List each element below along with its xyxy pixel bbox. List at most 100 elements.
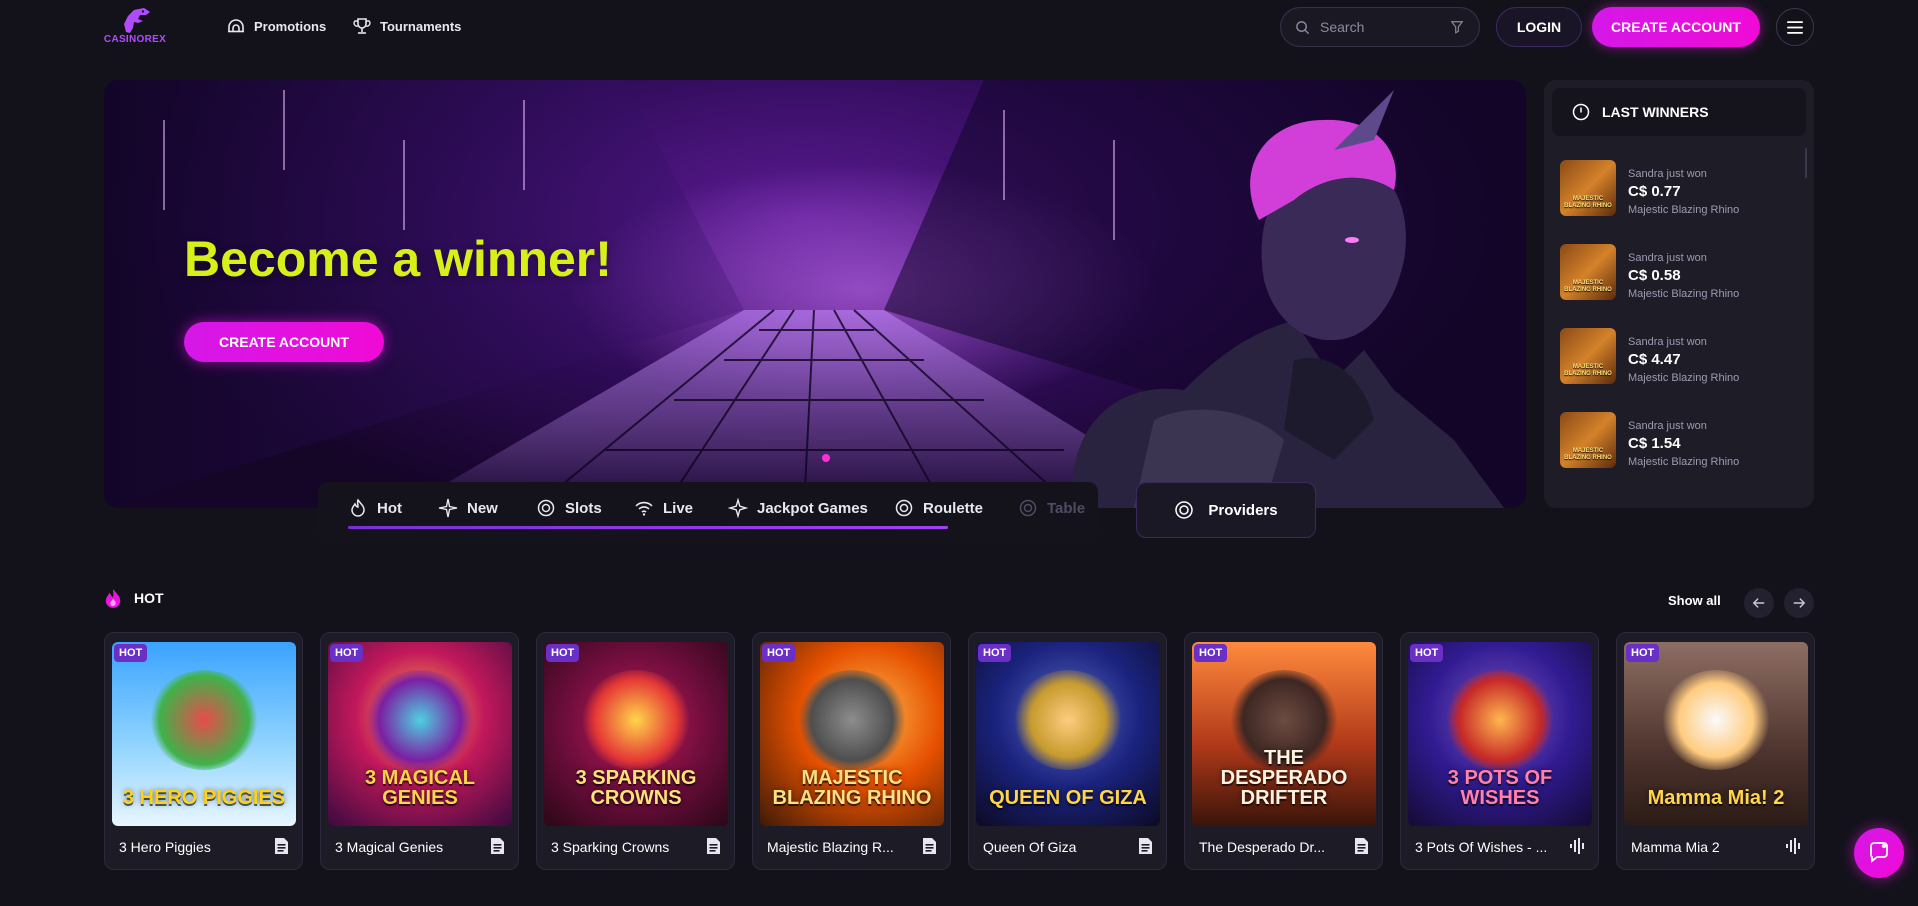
game-thumbnail[interactable]: MAJESTIC BLAZING RHINO: [760, 642, 944, 826]
menu-button[interactable]: [1776, 8, 1814, 46]
tab-live[interactable]: Live: [634, 498, 693, 518]
winner-amount: C$ 0.77: [1628, 183, 1681, 200]
hero-banner[interactable]: Become a winner! CREATE ACCOUNT: [104, 80, 1526, 508]
winner-amount: C$ 4.47: [1628, 351, 1681, 368]
providers-label: Providers: [1208, 501, 1278, 519]
tab-hot[interactable]: Hot: [348, 498, 402, 518]
winner-item[interactable]: MAJESTIC BLAZING RHINO Sandra just won C$…: [1560, 160, 1800, 224]
search-icon: [1296, 20, 1310, 34]
winner-game-thumbnail: MAJESTIC BLAZING RHINO: [1560, 328, 1616, 384]
hot-badge: HOT: [1194, 644, 1228, 662]
winner-name: Sandra just won: [1628, 252, 1707, 264]
show-all-link[interactable]: Show all: [1668, 593, 1721, 608]
tab-jackpot-games[interactable]: Jackpot Games: [728, 498, 868, 518]
game-name: Mamma Mia 2: [1631, 839, 1720, 855]
carousel-dot[interactable]: [822, 454, 830, 462]
flame-icon: [105, 589, 121, 608]
casinorex-logo[interactable]: CASINOREX: [100, 6, 170, 48]
game-thumbnail[interactable]: Mamma Mia! 2: [1624, 642, 1808, 826]
provider-doc-icon: [923, 838, 936, 854]
hot-section-header: HOT Show all: [104, 588, 1814, 618]
tab-roulette-label: Roulette: [923, 499, 983, 517]
tab-slots[interactable]: Slots: [536, 498, 602, 518]
provider-doc-icon: [491, 838, 504, 854]
game-art-title: QUEEN OF GIZA: [989, 787, 1147, 809]
nav-promotions-label: Promotions: [254, 18, 327, 34]
winner-game-name: Majestic Blazing Rhino: [1628, 372, 1740, 384]
scroll-left-button[interactable]: [1744, 588, 1774, 618]
winner-game-name: Majestic Blazing Rhino: [1628, 456, 1740, 468]
last-winners-panel: LAST WINNERS MAJESTIC BLAZING RHINO Sandr…: [1544, 80, 1814, 508]
chat-button[interactable]: [1854, 828, 1904, 878]
game-art-title: THE DESPERADO DRIFTER: [1220, 747, 1348, 809]
tab-table[interactable]: Table: [1018, 498, 1085, 518]
target-icon: [1175, 501, 1194, 519]
hot-badge: HOT: [1626, 644, 1660, 662]
winner-game-name: Majestic Blazing Rhino: [1628, 204, 1740, 216]
dino-logo-icon: [124, 8, 150, 33]
search-input[interactable]: [1320, 19, 1440, 35]
game-name: Queen Of Giza: [983, 839, 1077, 855]
hamburger-menu-icon: [1787, 20, 1803, 34]
winner-name: Sandra just won: [1628, 336, 1707, 348]
filter-icon[interactable]: [1450, 20, 1464, 34]
tab-new[interactable]: New: [438, 498, 498, 518]
tab-roulette[interactable]: Roulette: [894, 498, 983, 518]
tab-jackpot-games-label: Jackpot Games: [757, 499, 868, 517]
hot-badge: HOT: [114, 644, 148, 662]
last-winners-header: LAST WINNERS: [1552, 88, 1806, 136]
create-account-button[interactable]: CREATE ACCOUNT: [1592, 7, 1760, 47]
hot-section-label: HOT: [134, 590, 164, 606]
game-thumbnail[interactable]: 3 MAGICAL GENIES: [328, 642, 512, 826]
game-thumbnail[interactable]: THE DESPERADO DRIFTER: [1192, 642, 1376, 826]
nav-tournaments-label: Tournaments: [380, 18, 462, 34]
providers-button[interactable]: Providers: [1136, 482, 1316, 538]
hero-create-account-button[interactable]: CREATE ACCOUNT: [184, 322, 384, 362]
winner-game-name: Majestic Blazing Rhino: [1628, 288, 1740, 300]
scroll-right-button[interactable]: [1784, 588, 1814, 618]
game-thumbnail[interactable]: 3 HERO PIGGIES: [112, 642, 296, 826]
hot-badge: HOT: [1410, 644, 1444, 662]
provider-doc-icon: [707, 838, 720, 854]
winner-item[interactable]: MAJESTIC BLAZING RHINO Sandra just won C$…: [1560, 328, 1800, 392]
chat-bubble-icon: [1870, 842, 1888, 863]
game-card[interactable]: 3 SPARKING CROWNS HOT 3 Sparking Crowns: [536, 632, 735, 870]
umbrella-icon: [228, 19, 244, 33]
provider-doc-icon: [275, 838, 288, 854]
winner-item[interactable]: MAJESTIC BLAZING RHINO Sandra just won C$…: [1560, 244, 1800, 308]
winner-amount: C$ 1.54: [1628, 435, 1681, 452]
tab-hot-label: Hot: [377, 499, 402, 517]
game-card[interactable]: 3 HERO PIGGIES HOT 3 Hero Piggies: [104, 632, 303, 870]
game-thumbnail[interactable]: 3 SPARKING CROWNS: [544, 642, 728, 826]
winners-scrollbar[interactable]: [1805, 148, 1807, 178]
game-card[interactable]: QUEEN OF GIZA HOT Queen Of Giza: [968, 632, 1167, 870]
provider-doc-icon: [1139, 838, 1152, 854]
provider-doc-icon: [1355, 838, 1368, 854]
nav-tournaments[interactable]: Tournaments: [352, 16, 461, 36]
provider-wave-icon: [1570, 838, 1584, 854]
game-card[interactable]: 3 MAGICAL GENIES HOT 3 Magical Genies: [320, 632, 519, 870]
game-card[interactable]: MAJESTIC BLAZING RHINO HOT Majestic Blaz…: [752, 632, 951, 870]
game-thumbnail[interactable]: 3 POTS OF WISHES: [1408, 642, 1592, 826]
game-art-title: 3 MAGICAL GENIES: [365, 767, 475, 809]
tabs-scroll-indicator[interactable]: [348, 526, 948, 529]
game-card[interactable]: 3 POTS OF WISHES HOT 3 Pots Of Wishes - …: [1400, 632, 1599, 870]
tab-new-label: New: [467, 499, 498, 517]
game-thumbnail[interactable]: QUEEN OF GIZA: [976, 642, 1160, 826]
search-bar[interactable]: [1280, 7, 1480, 47]
game-art-title: Mamma Mia! 2: [1647, 787, 1785, 809]
login-button[interactable]: LOGIN: [1496, 7, 1582, 47]
arrow-right-icon: [1793, 598, 1806, 608]
nav-promotions[interactable]: Promotions: [226, 16, 326, 36]
spiral-icon: [1019, 499, 1037, 517]
winner-game-thumbnail: MAJESTIC BLAZING RHINO: [1560, 244, 1616, 300]
spiral-icon: [537, 499, 555, 517]
winner-game-thumbnail: MAJESTIC BLAZING RHINO: [1560, 412, 1616, 468]
spiral-icon: [895, 499, 913, 517]
hot-badge: HOT: [330, 644, 364, 662]
game-card[interactable]: THE DESPERADO DRIFTER HOT The Desperado …: [1184, 632, 1383, 870]
game-card[interactable]: Mamma Mia! 2 HOT Mamma Mia 2: [1616, 632, 1815, 870]
winner-name: Sandra just won: [1628, 420, 1707, 432]
game-name: 3 Sparking Crowns: [551, 839, 670, 855]
winner-item[interactable]: MAJESTIC BLAZING RHINO Sandra just won C$…: [1560, 412, 1800, 476]
